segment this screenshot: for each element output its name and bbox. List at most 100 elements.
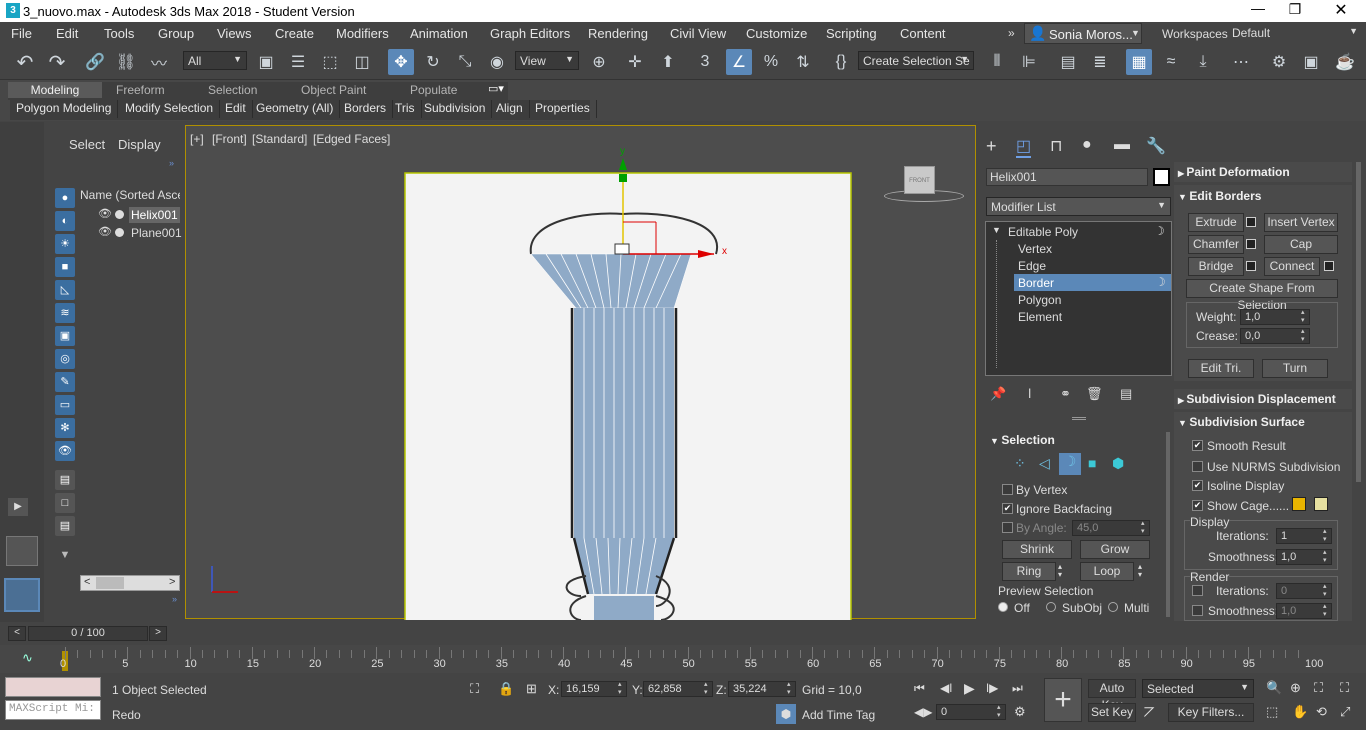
select-and-place-icon[interactable]: ◉ [484,49,510,75]
menu-graph-editors[interactable]: Graph Editors [490,26,570,41]
render-smoothness-spinner[interactable]: 1,0 [1276,603,1332,619]
shrink-button[interactable]: Shrink [1002,540,1072,559]
edit-named-selection-icon[interactable]: {} [828,49,854,75]
stack-item-vertex[interactable]: Vertex [1018,242,1052,256]
eye-icon[interactable]: 👁 [98,207,112,220]
light-bulb-icon[interactable]: ☽ [1154,224,1165,238]
angle-snap-icon[interactable]: ∠ [726,49,752,75]
menu-tools[interactable]: Tools [104,26,134,41]
display-shapes-icon[interactable]: ◐ [55,211,75,231]
show-end-result-icon[interactable]: ǀ [1028,386,1031,401]
connect-settings-icon[interactable] [1324,261,1334,271]
utilities-tab-icon[interactable]: 🔧 [1146,136,1166,156]
toggle-ribbon-icon[interactable]: ▦ [1126,49,1152,75]
pin-stack-icon[interactable]: 📌 [990,386,1006,402]
create-shape-button[interactable]: Create Shape From Selection [1186,279,1338,312]
left-column-scrollbar[interactable] [1166,432,1170,617]
select-and-move-icon[interactable]: ✥ [388,49,414,75]
selection-rollout-title[interactable]: ▼ Selection [990,433,1055,447]
display-lights-icon[interactable]: ☀ [55,234,75,254]
add-time-tag-icon[interactable]: ⬢ [776,704,796,724]
explorer-expand-icon[interactable]: » [169,158,174,168]
default-in-out-icon[interactable]: ⦢ [1144,704,1155,721]
percent-snap-icon[interactable]: % [758,49,784,75]
prev-frame-button[interactable]: < [8,626,26,641]
zoom-all-icon[interactable]: ⊕ [1290,680,1301,696]
display-spacewarps-icon[interactable]: ≋ [55,303,75,323]
make-unique-icon[interactable]: ⚭ [1060,386,1071,402]
grow-button[interactable]: Grow [1080,540,1150,559]
preview-subobj-radio[interactable] [1046,602,1056,612]
ribbon-options-icon[interactable]: ▭▾ [488,82,504,95]
menu-customize[interactable]: Customize [746,26,807,41]
menu-content[interactable]: Content [900,26,946,41]
render-smoothness-checkbox[interactable] [1192,605,1203,616]
object-color-swatch[interactable] [1153,168,1170,186]
subdivision-displacement-rollout[interactable]: ▶ Subdivision Displacement [1174,389,1352,409]
restore-icon[interactable]: ❐ [1282,1,1308,23]
connect-button[interactable]: Connect [1264,257,1320,276]
x-coordinate-field[interactable]: 16,159 [561,681,627,697]
select-object-icon[interactable]: ▣ [253,49,279,75]
stack-item-border[interactable]: Border ☽ [1014,274,1171,291]
display-containers-icon[interactable]: ▭ [55,395,75,415]
selection-filter-dropdown[interactable]: All ▼ [183,51,247,70]
menu-animation[interactable]: Animation [410,26,468,41]
loop-spinner-icon[interactable]: ▴ ▾ [1138,563,1142,579]
window-crossing-icon[interactable]: ◫ [349,49,375,75]
minimize-icon[interactable]: — [1240,0,1276,22]
goto-start-icon[interactable]: ⏮ [914,681,925,696]
display-frozen-icon[interactable]: 👁 [55,441,75,461]
subdivision-surface-title[interactable]: ▼ Subdivision Surface [1178,415,1305,429]
menu-views[interactable]: Views [217,26,251,41]
smooth-result-checkbox[interactable]: ✔ [1192,440,1203,451]
edit-tri-button[interactable]: Edit Tri. [1188,359,1254,378]
extrude-button[interactable]: Extrude [1188,213,1244,232]
unlink-icon[interactable]: ⛓ [113,49,139,75]
list-item[interactable]: 👁 Plane001 [96,225,182,242]
render-iterations-checkbox[interactable] [1192,585,1203,596]
absolute-mode-icon[interactable]: ⊞ [526,681,537,697]
stack-root[interactable]: Editable Poly [1008,225,1078,239]
play-icon[interactable]: ▶ [964,680,975,697]
menu-rendering[interactable]: Rendering [588,26,648,41]
display-bones-icon[interactable]: ✎ [55,372,75,392]
ring-spinner-icon[interactable]: ▴ ▾ [1058,563,1062,579]
right-column-scrollbar[interactable] [1356,162,1361,482]
next-key-icon[interactable]: ǀ▶ [986,681,998,695]
ribbon-borders[interactable]: Borders [338,100,394,118]
ribbon-align[interactable]: Align [490,100,530,118]
use-nurms-checkbox[interactable] [1192,461,1203,472]
goto-end-icon[interactable]: ⏭ [1012,681,1023,696]
time-config-icon[interactable]: ⚙ [1014,704,1026,720]
display-xrefs-icon[interactable]: ◎ [55,349,75,369]
edge-mode-icon[interactable]: ◁ [1039,455,1050,472]
select-and-scale-icon[interactable]: ⤡ [452,49,478,75]
prev-key-icon[interactable]: ◀ǀ [940,681,952,695]
weight-spinner[interactable]: 1,0 [1240,309,1310,325]
bridge-settings-icon[interactable] [1246,261,1256,271]
track-bar[interactable]: ∿ 0 5 10 15 20 25 30 35 40 45 50 55 60 65 70 75 80 85 90 95… [0,645,1366,673]
tab-display[interactable]: Display [118,137,161,152]
eye-icon[interactable]: 👁 [98,225,112,238]
scroll-right-icon[interactable]: > [169,576,175,588]
maximize-viewport-icon[interactable]: ⤢ [1340,704,1350,720]
chamfer-settings-icon[interactable] [1246,239,1256,249]
layer-explorer-icon[interactable]: ≣ [1087,49,1113,75]
close-icon[interactable]: ✕ [1326,0,1356,22]
bridge-button[interactable]: Bridge [1188,257,1244,276]
ribbon-modify-selection[interactable]: Modify Selection [119,100,221,118]
polygon-mode-icon[interactable]: ■ [1088,455,1096,471]
time-slider[interactable]: 0 / 100 [28,626,148,641]
extrude-settings-icon[interactable] [1246,217,1256,227]
mirror-icon[interactable]: ⫴ [984,49,1010,75]
object-name[interactable]: Helix001 [129,207,180,223]
vertex-mode-icon[interactable]: ⁘ [1014,455,1026,472]
light-bulb-icon[interactable]: ☽ [1155,275,1166,289]
keyboard-shortcut-override-icon[interactable]: ⬆ [655,49,681,75]
orbit-icon[interactable]: ⟲ [1316,704,1327,720]
object-name[interactable]: Plane001 [129,225,184,241]
menu-modifiers[interactable]: Modifiers [336,26,389,41]
list-item[interactable]: 👁 Helix001 [96,207,180,224]
stack-item-polygon[interactable]: Polygon [1018,293,1061,307]
